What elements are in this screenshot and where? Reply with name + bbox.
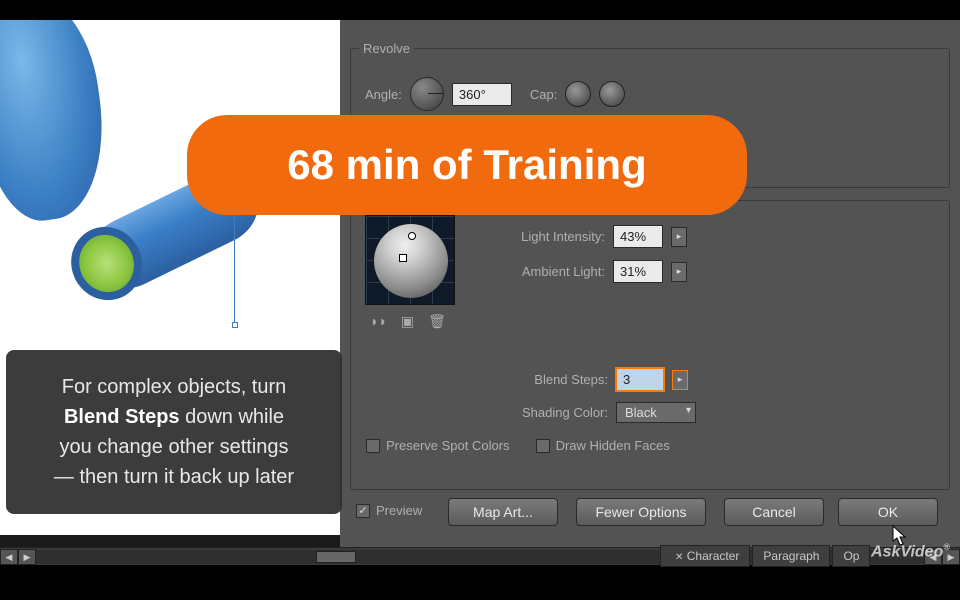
- fewer-options-button[interactable]: Fewer Options: [576, 498, 706, 526]
- mouse-cursor-icon: [892, 525, 908, 547]
- preserve-spot-colors-label: Preserve Spot Colors: [386, 438, 510, 453]
- scroll-right-button[interactable]: ▶: [18, 549, 36, 565]
- angle-dial[interactable]: [410, 77, 444, 111]
- cap-label: Cap:: [530, 87, 557, 102]
- scroll-thumb[interactable]: [316, 551, 356, 563]
- watermark: AskVideo®: [871, 542, 950, 561]
- move-light-back-icon[interactable]: ◗◗: [370, 313, 387, 330]
- angle-label: Angle:: [365, 87, 402, 102]
- tab-opentype[interactable]: Op: [832, 545, 870, 567]
- light-intensity-field[interactable]: [613, 225, 663, 248]
- preview-label: Preview: [376, 503, 422, 518]
- cap-closed-button[interactable]: [599, 81, 625, 107]
- light-source-handle[interactable]: [408, 232, 416, 240]
- blend-steps-field[interactable]: [616, 368, 664, 391]
- preview-checkbox[interactable]: [356, 504, 370, 518]
- scroll-left-button[interactable]: ◀: [0, 549, 18, 565]
- selection-handle[interactable]: [232, 322, 238, 328]
- tab-character[interactable]: ✕ Character: [660, 545, 750, 567]
- draw-hidden-faces-checkbox[interactable]: [536, 439, 550, 453]
- group-title: Revolve: [359, 41, 414, 56]
- light-sphere-preview[interactable]: [365, 215, 455, 305]
- angle-field[interactable]: [452, 83, 512, 106]
- light-intensity-stepper[interactable]: ▸: [671, 227, 687, 247]
- draw-hidden-faces-label: Draw Hidden Faces: [556, 438, 670, 453]
- blend-steps-stepper[interactable]: ▸: [672, 370, 688, 390]
- artwork-blob: [0, 20, 115, 227]
- light-intensity-label: Light Intensity:: [495, 229, 605, 244]
- tab-paragraph[interactable]: Paragraph: [752, 545, 830, 567]
- ambient-light-label: Ambient Light:: [495, 264, 605, 279]
- new-light-icon[interactable]: ▣: [401, 313, 414, 330]
- revolve-options-dialog: Revolve Angle: Cap: ◗◗ ▣ 🗑 Light In: [340, 20, 960, 560]
- preserve-spot-colors-checkbox[interactable]: [366, 439, 380, 453]
- map-art-button[interactable]: Map Art...: [448, 498, 558, 526]
- cancel-button[interactable]: Cancel: [724, 498, 824, 526]
- shading-color-dropdown[interactable]: Black: [616, 402, 696, 423]
- blend-steps-label: Blend Steps:: [518, 372, 608, 387]
- selection-guide: [234, 210, 235, 325]
- light-source-handle-selected[interactable]: [399, 254, 407, 262]
- cap-open-button[interactable]: [565, 81, 591, 107]
- light-controls: ◗◗ ▣ 🗑: [370, 313, 446, 330]
- panel-tabs: ✕ Character Paragraph Op: [660, 545, 870, 567]
- training-banner: 68 min of Training: [187, 115, 747, 215]
- tip-callout: For complex objects, turn Blend Steps do…: [6, 350, 342, 514]
- delete-light-icon[interactable]: 🗑: [428, 313, 446, 330]
- shading-color-label: Shading Color:: [500, 405, 608, 420]
- ok-button[interactable]: OK: [838, 498, 938, 526]
- ambient-light-stepper[interactable]: ▸: [671, 262, 687, 282]
- ambient-light-field[interactable]: [613, 260, 663, 283]
- app-stage: Revolve Angle: Cap: ◗◗ ▣ 🗑 Light In: [0, 20, 960, 560]
